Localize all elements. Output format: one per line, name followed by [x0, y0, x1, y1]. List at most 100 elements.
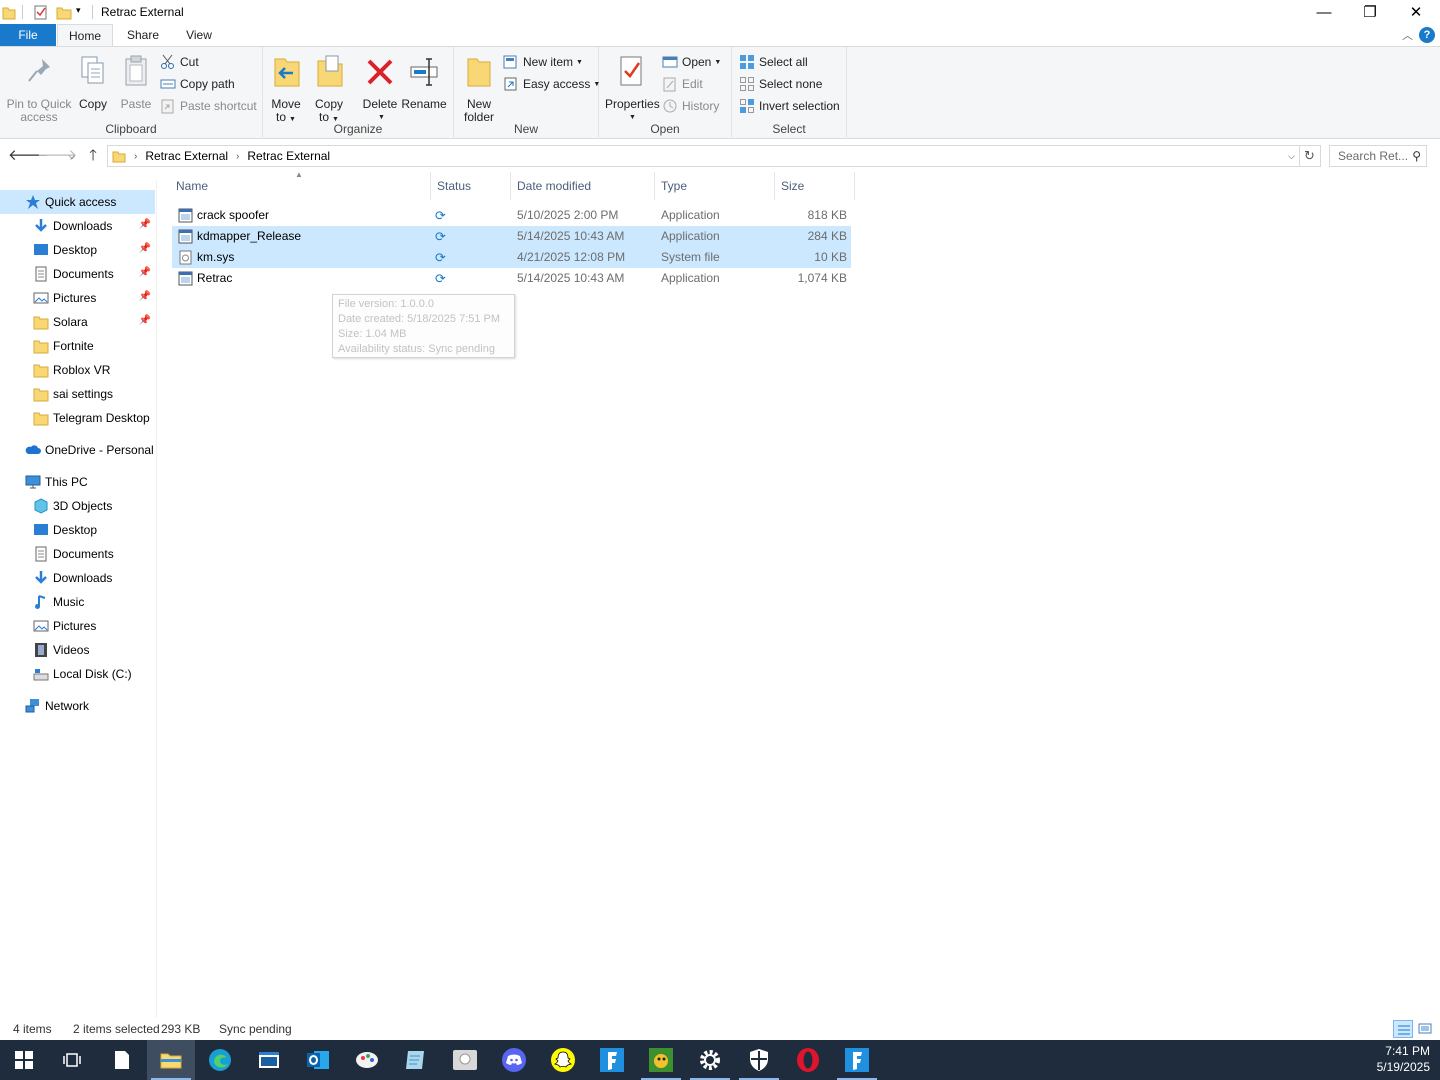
recent-locations-dropdown[interactable]: ⌵: [62, 146, 82, 166]
new-folder-button[interactable]: New folder: [462, 51, 496, 124]
breadcrumb-item[interactable]: Retrac External: [247, 149, 330, 163]
taskbar-app-opera[interactable]: [784, 1040, 832, 1080]
copy-to-button[interactable]: Copy to ▼: [312, 51, 346, 126]
nav-item-solara[interactable]: Solara 📌: [0, 310, 155, 334]
customize-qa-dropdown[interactable]: ▾: [76, 5, 81, 16]
collapse-ribbon-icon[interactable]: ︿: [1402, 27, 1413, 43]
delete-button[interactable]: Delete ▼: [360, 51, 400, 124]
column-header-type[interactable]: Type: [655, 172, 775, 200]
nav-item-music[interactable]: Music: [0, 590, 155, 614]
taskbar-app-edge[interactable]: [196, 1040, 244, 1080]
taskbar-app-security[interactable]: [735, 1040, 783, 1080]
history-button[interactable]: History: [662, 96, 719, 116]
nav-item-3d-objects[interactable]: 3D Objects: [0, 494, 155, 518]
taskbar-app-game[interactable]: [637, 1040, 685, 1080]
search-input[interactable]: Search Ret... ⚲: [1329, 145, 1427, 167]
paste-button[interactable]: Paste: [118, 51, 154, 111]
help-button[interactable]: ?: [1419, 27, 1435, 43]
pin-quick-access-button[interactable]: Pin to Quick access: [4, 51, 74, 124]
taskbar-app-window[interactable]: [245, 1040, 293, 1080]
forward-button[interactable]: 🡒: [37, 146, 77, 166]
open-button[interactable]: Open ▼: [662, 52, 721, 72]
file-row[interactable]: kdmapper_Release ⟳ 5/14/2025 10:43 AM Ap…: [172, 226, 851, 247]
nav-item-fortnite[interactable]: Fortnite: [0, 334, 155, 358]
taskbar-app-notes[interactable]: [392, 1040, 440, 1080]
nav-item-telegram-desktop[interactable]: Telegram Desktop: [0, 406, 155, 430]
file-row[interactable]: km.sys ⟳ 4/21/2025 12:08 PM System file …: [172, 247, 851, 268]
pin-icon[interactable]: 📌: [139, 243, 151, 254]
properties-button[interactable]: Properties ▼: [605, 51, 660, 124]
nav-this-pc[interactable]: This PC: [0, 470, 155, 494]
taskbar-app-installer[interactable]: [441, 1040, 489, 1080]
file-row[interactable]: crack spoofer ⟳ 5/10/2025 2:00 PM Applic…: [172, 205, 851, 226]
nav-item-sai-settings[interactable]: sai settings: [0, 382, 155, 406]
new-folder-icon[interactable]: [56, 4, 72, 20]
nav-item-downloads[interactable]: Downloads: [0, 566, 155, 590]
nav-item-documents[interactable]: Documents: [0, 542, 155, 566]
file-row[interactable]: Retrac ⟳ 5/14/2025 10:43 AM Application …: [172, 268, 851, 289]
nav-onedrive[interactable]: OneDrive - Personal: [0, 438, 155, 462]
paste-shortcut-button[interactable]: Paste shortcut: [160, 96, 257, 116]
taskbar-app-fortnite[interactable]: [588, 1040, 636, 1080]
refresh-button[interactable]: ↻: [1299, 145, 1321, 167]
rename-button[interactable]: Rename: [401, 51, 447, 111]
nav-item-local-disk[interactable]: Local Disk (C:): [0, 662, 155, 686]
copy-button[interactable]: Copy: [76, 51, 110, 111]
minimize-button[interactable]: —: [1301, 0, 1347, 24]
details-view-icon[interactable]: [1393, 1020, 1413, 1038]
taskbar-app-settings[interactable]: [686, 1040, 734, 1080]
select-none-button[interactable]: Select none: [739, 74, 822, 94]
tab-file[interactable]: File: [0, 24, 56, 47]
system-clock[interactable]: 7:41 PM 5/19/2025: [1377, 1043, 1430, 1075]
tab-share[interactable]: Share: [118, 24, 168, 47]
tab-view[interactable]: View: [174, 24, 224, 47]
taskbar-app-paint[interactable]: [343, 1040, 391, 1080]
taskbar-app-file-explorer[interactable]: [147, 1040, 195, 1080]
properties-icon[interactable]: [33, 4, 49, 20]
new-item-button[interactable]: New item ▼: [503, 52, 583, 72]
tab-home[interactable]: Home: [57, 24, 113, 47]
copy-path-button[interactable]: Copy path: [160, 74, 235, 94]
nav-item-pictures[interactable]: Pictures 📌: [0, 286, 155, 310]
back-button[interactable]: 🡐: [8, 146, 48, 166]
taskbar-app-discord[interactable]: [490, 1040, 538, 1080]
restore-button[interactable]: ❐: [1347, 0, 1393, 24]
up-button[interactable]: 🡑: [83, 146, 103, 166]
taskbar-app-fortnite-2[interactable]: [833, 1040, 881, 1080]
edit-button[interactable]: Edit: [662, 74, 703, 94]
chevron-right-icon[interactable]: ›: [236, 151, 239, 162]
breadcrumb-item[interactable]: Retrac External: [145, 149, 228, 163]
column-header-status[interactable]: Status: [431, 172, 511, 200]
taskbar-app-notepad[interactable]: [98, 1040, 146, 1080]
start-button[interactable]: [0, 1040, 48, 1080]
column-header-date[interactable]: Date modified: [511, 172, 655, 200]
taskbar-app-snapchat[interactable]: [539, 1040, 587, 1080]
select-all-button[interactable]: Select all: [739, 52, 808, 72]
nav-item-desktop[interactable]: Desktop: [0, 518, 155, 542]
close-button[interactable]: ✕: [1393, 0, 1439, 24]
nav-item-documents[interactable]: Documents 📌: [0, 262, 155, 286]
nav-item-pictures[interactable]: Pictures: [0, 614, 155, 638]
nav-network[interactable]: Network: [0, 694, 155, 718]
clipboard-group-label: Clipboard: [105, 122, 157, 136]
cut-button[interactable]: Cut: [160, 52, 199, 72]
column-header-name[interactable]: Name: [170, 172, 431, 200]
pin-icon[interactable]: 📌: [139, 219, 151, 230]
nav-quick-access[interactable]: Quick access: [0, 190, 155, 214]
move-to-button[interactable]: Move to ▼: [269, 51, 303, 126]
pin-icon[interactable]: 📌: [139, 315, 151, 326]
nav-item-videos[interactable]: Videos: [0, 638, 155, 662]
pin-icon[interactable]: 📌: [139, 291, 151, 302]
taskbar-app-outlook[interactable]: [294, 1040, 342, 1080]
address-dropdown-icon[interactable]: ⌵: [1288, 151, 1295, 162]
pin-icon[interactable]: 📌: [139, 267, 151, 278]
nav-item-downloads[interactable]: Downloads 📌: [0, 214, 155, 238]
task-view-button[interactable]: [48, 1040, 96, 1080]
nav-item-roblox-vr[interactable]: Roblox VR: [0, 358, 155, 382]
easy-access-button[interactable]: Easy access ▼: [503, 74, 600, 94]
column-header-size[interactable]: Size: [775, 172, 855, 200]
nav-item-desktop[interactable]: Desktop 📌: [0, 238, 155, 262]
address-bar[interactable]: › Retrac External › Retrac External ⌵: [107, 145, 1300, 167]
invert-selection-button[interactable]: Invert selection: [739, 96, 840, 116]
large-icons-view-icon[interactable]: [1416, 1020, 1436, 1038]
